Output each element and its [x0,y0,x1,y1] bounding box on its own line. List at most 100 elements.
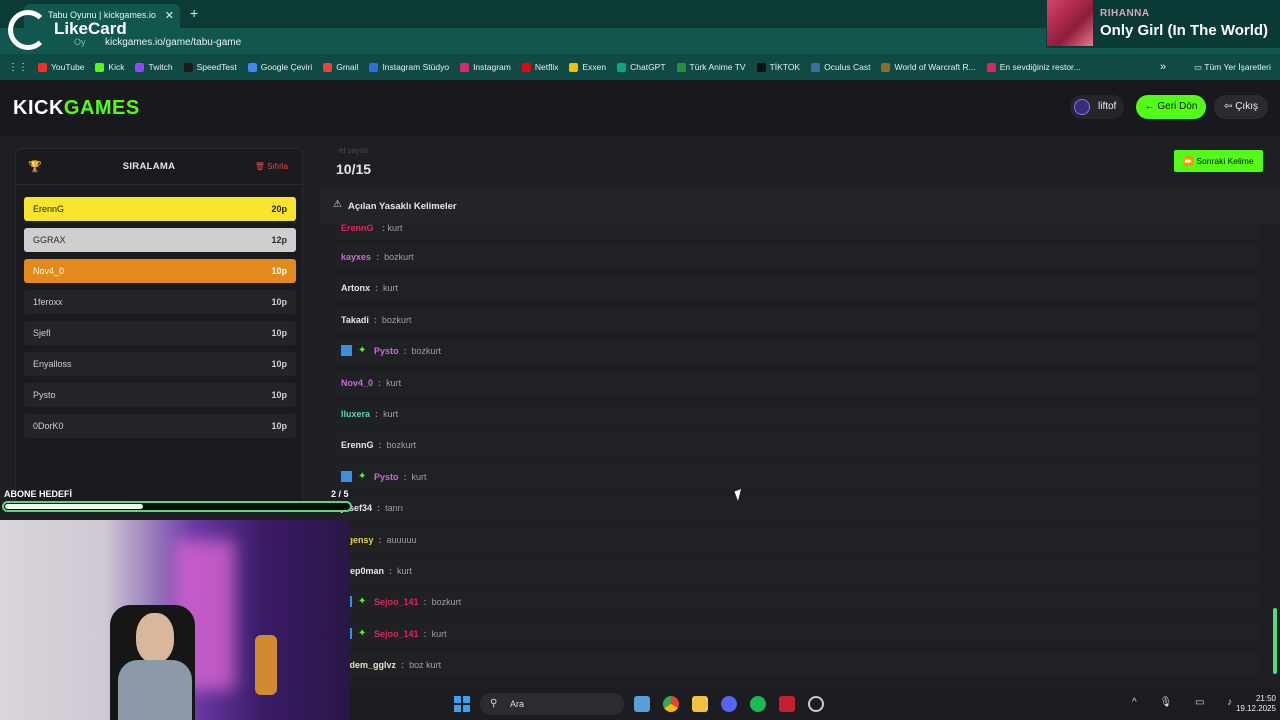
warning-icon: ⚠ [333,199,342,210]
message-text: kurt [411,471,427,482]
message-user: kayxes : bozkurt [341,252,414,262]
bookmark-item[interactable]: Gmail [323,62,358,72]
message-text: tanrı [385,503,404,514]
fast-forward-icon: ⏩ [1183,156,1195,166]
chevron-right-icon[interactable]: » [1160,61,1166,73]
bookmark-icon [756,62,766,72]
bookmark-icon [811,62,821,72]
bookmark-icon [881,62,891,72]
bookmark-item[interactable]: World of Warcraft R... [881,62,976,72]
player-name: Sjefl [33,328,51,338]
sub-goal-label: ABONE HEDEFİ [4,489,73,499]
taskbar-app-icon[interactable] [634,696,650,712]
sparkle-icon: ✦ [358,345,367,357]
bookmark-item[interactable]: Instagram [460,62,511,72]
message-text: kurt [431,628,447,639]
message-user: Pysto : kurt [374,471,427,482]
sparkle-icon: ✦ [358,596,367,608]
bookmark-item[interactable]: YouTube [38,62,84,72]
discord-icon[interactable] [721,696,737,712]
bookmark-item[interactable]: Instagram Stüdyo [369,62,449,72]
message-user: erdem_gglvz : boz kurt [341,660,442,671]
bookmark-item[interactable]: Exxen [569,62,606,72]
player-name: ErennG [33,204,65,214]
bookmark-item[interactable]: Google Çeviri [247,62,312,72]
player-points: 20p [271,204,287,214]
sub-goal-fill [5,504,144,509]
message-text: kurt [386,377,402,388]
chat-scrollbar[interactable] [1273,228,1277,684]
message-text: kurt [383,283,399,294]
bookmark-item[interactable]: SpeedTest [183,62,237,72]
message-text: bozkurt [411,346,442,357]
badge-icon [341,345,352,357]
message-user: ErennG [341,224,374,233]
round-counter: 10/15 [336,161,372,177]
exit-button[interactable]: ⇦ Çıkış [1214,95,1268,119]
list-item: Ugensy : auuuuu [334,527,1260,552]
banned-words-header: ⚠ Açılan Yasaklı Kelimeler [320,188,1280,224]
bookmark-item[interactable]: Twitch [135,62,173,72]
leaderboard-panel: 🏆 SIRALAMA 🗑 Sıfırla ErennG 20p GGRAX 12p No… [15,148,303,508]
taskbar-search[interactable]: ⚲ Ara [480,693,624,715]
list-item: Takadi : bozkurt [334,307,1260,332]
chrome-icon[interactable] [663,696,679,712]
message-user: ErennG : bozkurt [341,440,417,451]
scroll-thumb[interactable] [1273,608,1277,674]
bookmark-item[interactable]: TİKTOK [756,62,800,72]
site-logo[interactable]: KICKGAMES [13,97,140,120]
player-name: 0DorK0 [33,421,64,431]
folder-icon[interactable] [692,696,708,712]
back-button[interactable]: ← Geri Dön [1136,95,1206,119]
bookmark-icon [183,62,193,72]
guess-list: ErennG : kurt kayxes : bozkurt Artonx : k… [334,224,1260,688]
player-points: 12p [271,235,287,245]
reset-button[interactable]: 🗑 Sıfırla [255,162,288,171]
message-text: bozkurt [431,597,462,608]
system-tray[interactable]: ^ 🎙 ▭ ♪ [1132,697,1242,708]
message-user: Nov4_0 : kurt [341,377,402,388]
leaderboard-row: Sjefl 10p [24,321,296,345]
message-user: Step0man : kurt [341,566,413,576]
message-user: Takadi : bozkurt [341,314,412,325]
sparkle-icon: ✦ [358,627,367,639]
likecard-icon [8,10,48,50]
list-item: kayxes : bozkurt [334,245,1260,269]
clock[interactable]: 21:50 19.12.2025 [1230,694,1276,714]
start-icon[interactable] [454,696,470,712]
bookmark-item[interactable]: Kick [95,62,124,72]
game-app-icon[interactable] [779,696,795,712]
logo-kick: KICK [13,97,64,119]
apps-grid-icon[interactable]: ⋮⋮ [8,62,28,73]
leaderboard-row: 1feroxx 10p [24,290,296,314]
bookmark-icon [521,62,531,72]
bookmark-item[interactable]: Oculus Cast [811,62,870,72]
message-user: Sejoo_141 : kurt [374,628,447,639]
new-tab-icon[interactable]: + [190,5,198,21]
logout-icon: ⇦ [1224,101,1233,112]
username: liftof [1098,101,1117,112]
close-tab-icon[interactable]: ✕ [165,9,174,22]
player-name: Pysto [33,390,56,400]
bookmark-item[interactable]: ChatGPT [617,62,666,72]
user-chip[interactable]: liftof [1070,95,1125,119]
next-word-button[interactable]: ⏩ Sonraki Kelime [1174,150,1263,172]
all-bookmarks[interactable]: ▭ Tüm Yer İşaretleri [1194,62,1271,73]
bookmark-icon [460,62,470,72]
bookmark-item[interactable]: Türk Anime TV [676,62,746,72]
spotify-icon[interactable] [750,696,766,712]
search-icon: ⚲ [490,698,498,709]
leaderboard-title: SIRALAMA [122,161,176,172]
back-label: Geri Dön [1157,101,1198,112]
bookmark-item[interactable]: En sevdiğiniz restor... [986,62,1081,72]
bookmark-icon [676,62,686,72]
leaderboard-row: ErennG 20p [24,197,296,221]
message-text: kurt [387,224,403,233]
player-name: Enyalloss [33,359,72,369]
list-item: Step0man : kurt [334,559,1260,583]
now-playing: RIHANNA Only Girl (In The World) [1046,0,1280,48]
leaderboard-row: Pysto 10p [24,383,296,407]
bookmark-item[interactable]: Netflix [521,62,558,72]
obs-icon[interactable] [808,696,824,712]
list-item: erdem_gglvz : boz kurt [334,653,1260,678]
